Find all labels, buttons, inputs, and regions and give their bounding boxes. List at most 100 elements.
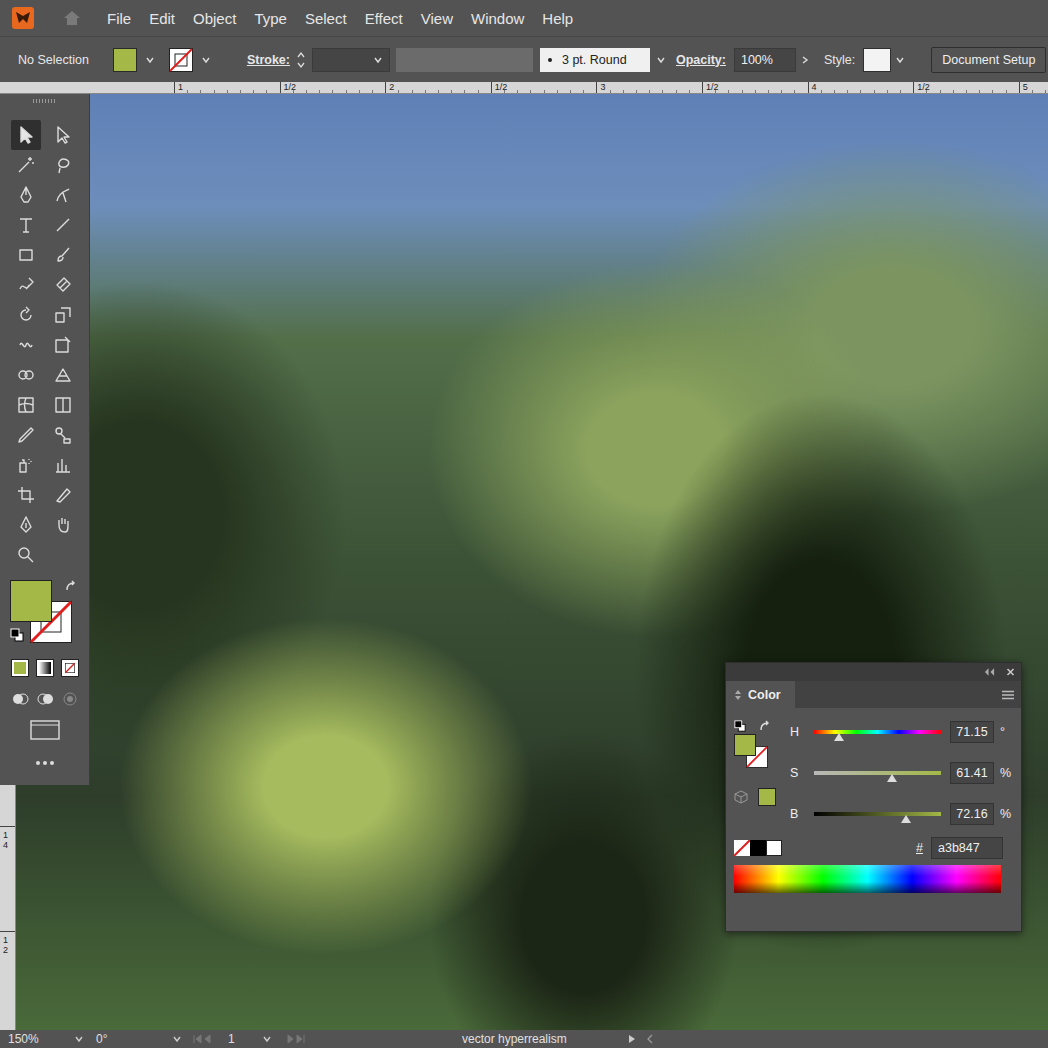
menu-item[interactable]: Window	[462, 6, 533, 31]
home-icon[interactable]	[62, 8, 82, 28]
tool-button[interactable]	[48, 180, 78, 210]
tool-button[interactable]	[48, 480, 78, 510]
chevron-down-icon[interactable]	[74, 1034, 84, 1044]
menu-item[interactable]: Edit	[140, 6, 184, 31]
menu-item[interactable]: Select	[296, 6, 356, 31]
stroke-weight-field[interactable]	[312, 48, 390, 72]
tool-button[interactable]	[11, 360, 41, 390]
panel-menu-icon[interactable]	[1001, 690, 1015, 700]
hex-field[interactable]: a3b847	[931, 837, 1003, 859]
gradient-mode-button[interactable]	[36, 659, 54, 677]
web-safe-swatch[interactable]	[758, 788, 776, 806]
chevron-down-icon[interactable]	[895, 55, 905, 65]
swap-icon[interactable]	[758, 720, 772, 734]
panel-grip[interactable]	[33, 99, 57, 103]
channel-value[interactable]: 72.16	[950, 803, 994, 825]
chevron-down-icon[interactable]	[656, 55, 666, 65]
fill-swatch[interactable]	[10, 580, 52, 622]
app-logo-icon[interactable]	[12, 7, 34, 29]
options-toggle-icon[interactable]	[734, 689, 742, 701]
panel-tab[interactable]: Color	[726, 681, 795, 708]
tool-button[interactable]	[11, 180, 41, 210]
swap-icon[interactable]	[64, 580, 78, 594]
default-colors-icon[interactable]	[734, 720, 746, 732]
none-mode-icon[interactable]	[61, 659, 79, 677]
tool-button[interactable]	[48, 210, 78, 240]
none-swatch-icon[interactable]	[734, 840, 750, 856]
draw-behind-icon[interactable]	[36, 690, 54, 708]
screen-mode-icon[interactable]	[30, 720, 60, 740]
menu-item[interactable]: Type	[245, 6, 296, 31]
black-swatch[interactable]	[750, 840, 766, 856]
artboard-number[interactable]: 1	[228, 1032, 258, 1046]
zoom-level[interactable]: 150%	[8, 1032, 70, 1046]
draw-inside-icon[interactable]	[61, 690, 79, 708]
tool-button[interactable]	[48, 120, 78, 150]
tool-button[interactable]	[48, 330, 78, 360]
document-setup-button[interactable]: Document Setup	[931, 47, 1046, 73]
tool-button[interactable]	[11, 330, 41, 360]
collapse-icon[interactable]	[984, 667, 995, 677]
tool-button[interactable]	[48, 510, 78, 540]
stroke-dropdown[interactable]	[169, 48, 215, 72]
channel-value[interactable]: 61.41	[950, 762, 994, 784]
color-spectrum[interactable]	[734, 865, 1001, 893]
menu-item[interactable]: View	[412, 6, 462, 31]
chevron-right-icon[interactable]	[800, 55, 810, 65]
first-previous-artboard-icon[interactable]	[192, 1034, 216, 1044]
opacity-field[interactable]: 100%	[734, 48, 796, 72]
play-icon[interactable]	[627, 1034, 637, 1044]
tool-button[interactable]	[11, 480, 41, 510]
tool-button[interactable]	[48, 150, 78, 180]
slider-thumb-icon[interactable]	[887, 774, 897, 782]
fill-swatch[interactable]	[734, 734, 756, 756]
channel-value[interactable]: 71.15	[950, 721, 994, 743]
tool-button[interactable]	[11, 300, 41, 330]
channel-slider[interactable]	[814, 812, 941, 816]
fill-dropdown[interactable]	[113, 48, 159, 72]
brush-dropdown[interactable]: 3 pt. Round	[540, 48, 650, 72]
close-icon[interactable]	[1005, 667, 1016, 677]
tool-button[interactable]	[11, 420, 41, 450]
tool-button[interactable]	[11, 450, 41, 480]
slider-thumb-icon[interactable]	[901, 815, 911, 823]
stroke-none-swatch-icon[interactable]	[169, 48, 193, 72]
menu-item[interactable]: Object	[184, 6, 245, 31]
rotation-angle[interactable]: 0°	[96, 1032, 168, 1046]
tool-button[interactable]	[11, 510, 41, 540]
spinner-icon[interactable]	[296, 50, 306, 70]
draw-normal-icon[interactable]	[11, 690, 29, 708]
tool-button[interactable]	[48, 390, 78, 420]
opacity-label[interactable]: Opacity:	[676, 53, 726, 67]
tool-button[interactable]	[48, 360, 78, 390]
tool-button[interactable]	[11, 120, 41, 150]
default-colors-icon[interactable]	[10, 628, 24, 642]
tool-button[interactable]	[11, 210, 41, 240]
panel-header[interactable]	[726, 663, 1021, 681]
color-mode-button[interactable]	[11, 659, 29, 677]
cube-icon[interactable]	[734, 790, 748, 804]
chevron-down-icon[interactable]	[262, 1034, 272, 1044]
next-last-artboard-icon[interactable]	[282, 1034, 306, 1044]
scroll-left-icon[interactable]	[645, 1034, 655, 1044]
menu-item[interactable]: Help	[533, 6, 582, 31]
stroke-label[interactable]: Stroke:	[247, 53, 290, 67]
fill-swatch[interactable]	[113, 48, 137, 72]
tool-button[interactable]	[11, 270, 41, 300]
more-tools-icon[interactable]	[35, 760, 55, 766]
tool-button[interactable]	[48, 420, 78, 450]
menu-item[interactable]: File	[98, 6, 140, 31]
channel-slider[interactable]	[814, 730, 941, 734]
channel-slider[interactable]	[814, 771, 941, 775]
tool-button[interactable]	[11, 150, 41, 180]
tool-button[interactable]	[48, 270, 78, 300]
tool-button[interactable]	[48, 300, 78, 330]
style-swatch[interactable]	[863, 48, 891, 72]
slider-thumb-icon[interactable]	[834, 733, 844, 741]
tool-button[interactable]	[48, 240, 78, 270]
menu-item[interactable]: Effect	[356, 6, 412, 31]
tool-button[interactable]	[11, 390, 41, 420]
tool-button[interactable]	[11, 240, 41, 270]
chevron-down-icon[interactable]	[172, 1034, 182, 1044]
tool-button[interactable]	[11, 540, 41, 570]
